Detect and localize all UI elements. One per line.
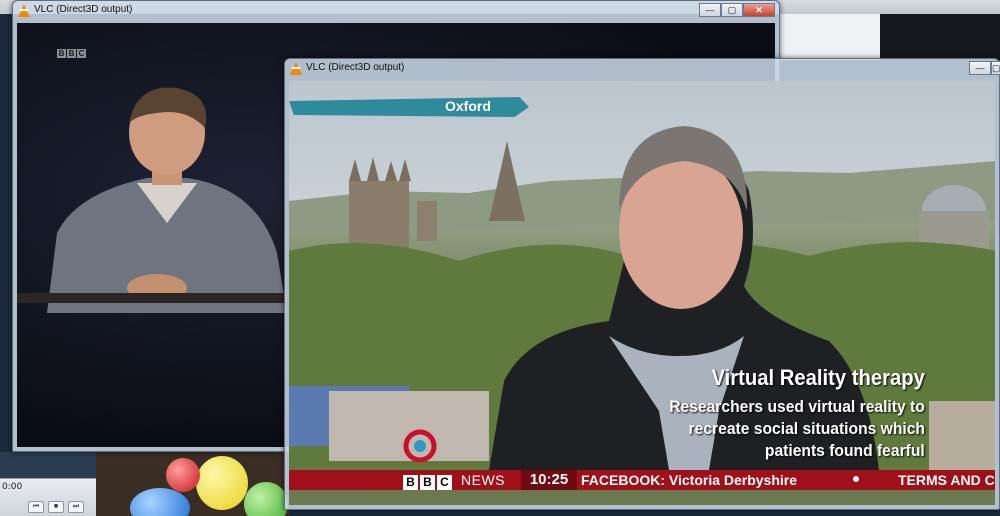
red-balloon <box>166 458 200 492</box>
vr-logo-icon <box>403 429 437 463</box>
blue-balloon <box>130 488 190 516</box>
caption-line: Researchers used virtual reality to <box>669 397 925 416</box>
background-window-right <box>780 14 1000 60</box>
caption-line: patients found fearful <box>765 441 925 460</box>
bbc-channel-logo: BBC <box>57 43 87 61</box>
vlc-cone-icon <box>290 62 302 75</box>
logo-block: B <box>67 49 76 58</box>
maximize-button[interactable]: ▢ <box>991 61 1000 75</box>
window-title: VLC (Direct3D output) <box>34 4 133 15</box>
desktop: 0:00 ⏮ ■ ⏭ VLC (Direct3D output) — ▢ ✕ B… <box>0 0 1000 516</box>
vlc-window-front[interactable]: VLC (Direct3D output) — ▢ Oxford Virtual… <box>284 58 1000 510</box>
background-image <box>96 452 290 516</box>
bbc-logo: BBC <box>403 473 454 491</box>
yellow-balloon <box>196 456 248 510</box>
window-title: VLC (Direct3D output) <box>306 62 405 73</box>
logo-block: B <box>403 475 418 490</box>
news-ticker: BBC NEWS 10:25 FACEBOOK: Victoria Derbys… <box>289 470 995 490</box>
green-balloon <box>244 482 288 516</box>
studio-desk <box>17 293 297 303</box>
vlc-cone-icon <box>18 4 30 17</box>
title-bar[interactable]: VLC (Direct3D output) — ▢ <box>285 59 1000 79</box>
minimize-button[interactable]: — <box>969 61 991 75</box>
dark-panel <box>880 14 1000 60</box>
logo-block: C <box>437 475 452 490</box>
presenter-figure <box>47 87 287 313</box>
caption-line: recreate social situations which <box>688 419 925 438</box>
logo-block: B <box>420 475 435 490</box>
close-button[interactable]: ✕ <box>743 3 775 17</box>
location-label: Oxford <box>445 98 491 114</box>
ticker-crawl-text: FACEBOOK: Victoria Derbyshire <box>581 472 798 488</box>
caption-title: Virtual Reality therapy <box>711 365 925 390</box>
minimize-button[interactable]: — <box>699 3 721 17</box>
mini-player-time: 0:00 <box>2 482 23 492</box>
mini-player: 0:00 ⏮ ■ ⏭ <box>0 478 96 516</box>
video-output[interactable]: Oxford Virtual Reality therapy Researche… <box>289 81 995 505</box>
ticker-crawl-text-next: TERMS AND C <box>898 472 995 488</box>
logo-block: C <box>77 49 86 58</box>
next-button[interactable]: ⏭ <box>68 501 84 513</box>
ticker-separator-dot <box>853 476 859 482</box>
title-bar[interactable]: VLC (Direct3D output) — ▢ ✕ <box>13 1 779 21</box>
previous-button[interactable]: ⏮ <box>28 501 44 513</box>
news-label: NEWS <box>461 472 505 488</box>
maximize-button[interactable]: ▢ <box>721 3 743 17</box>
logo-block: B <box>57 49 66 58</box>
ticker-clock: 10:25 <box>521 470 577 490</box>
stop-button[interactable]: ■ <box>48 501 64 513</box>
